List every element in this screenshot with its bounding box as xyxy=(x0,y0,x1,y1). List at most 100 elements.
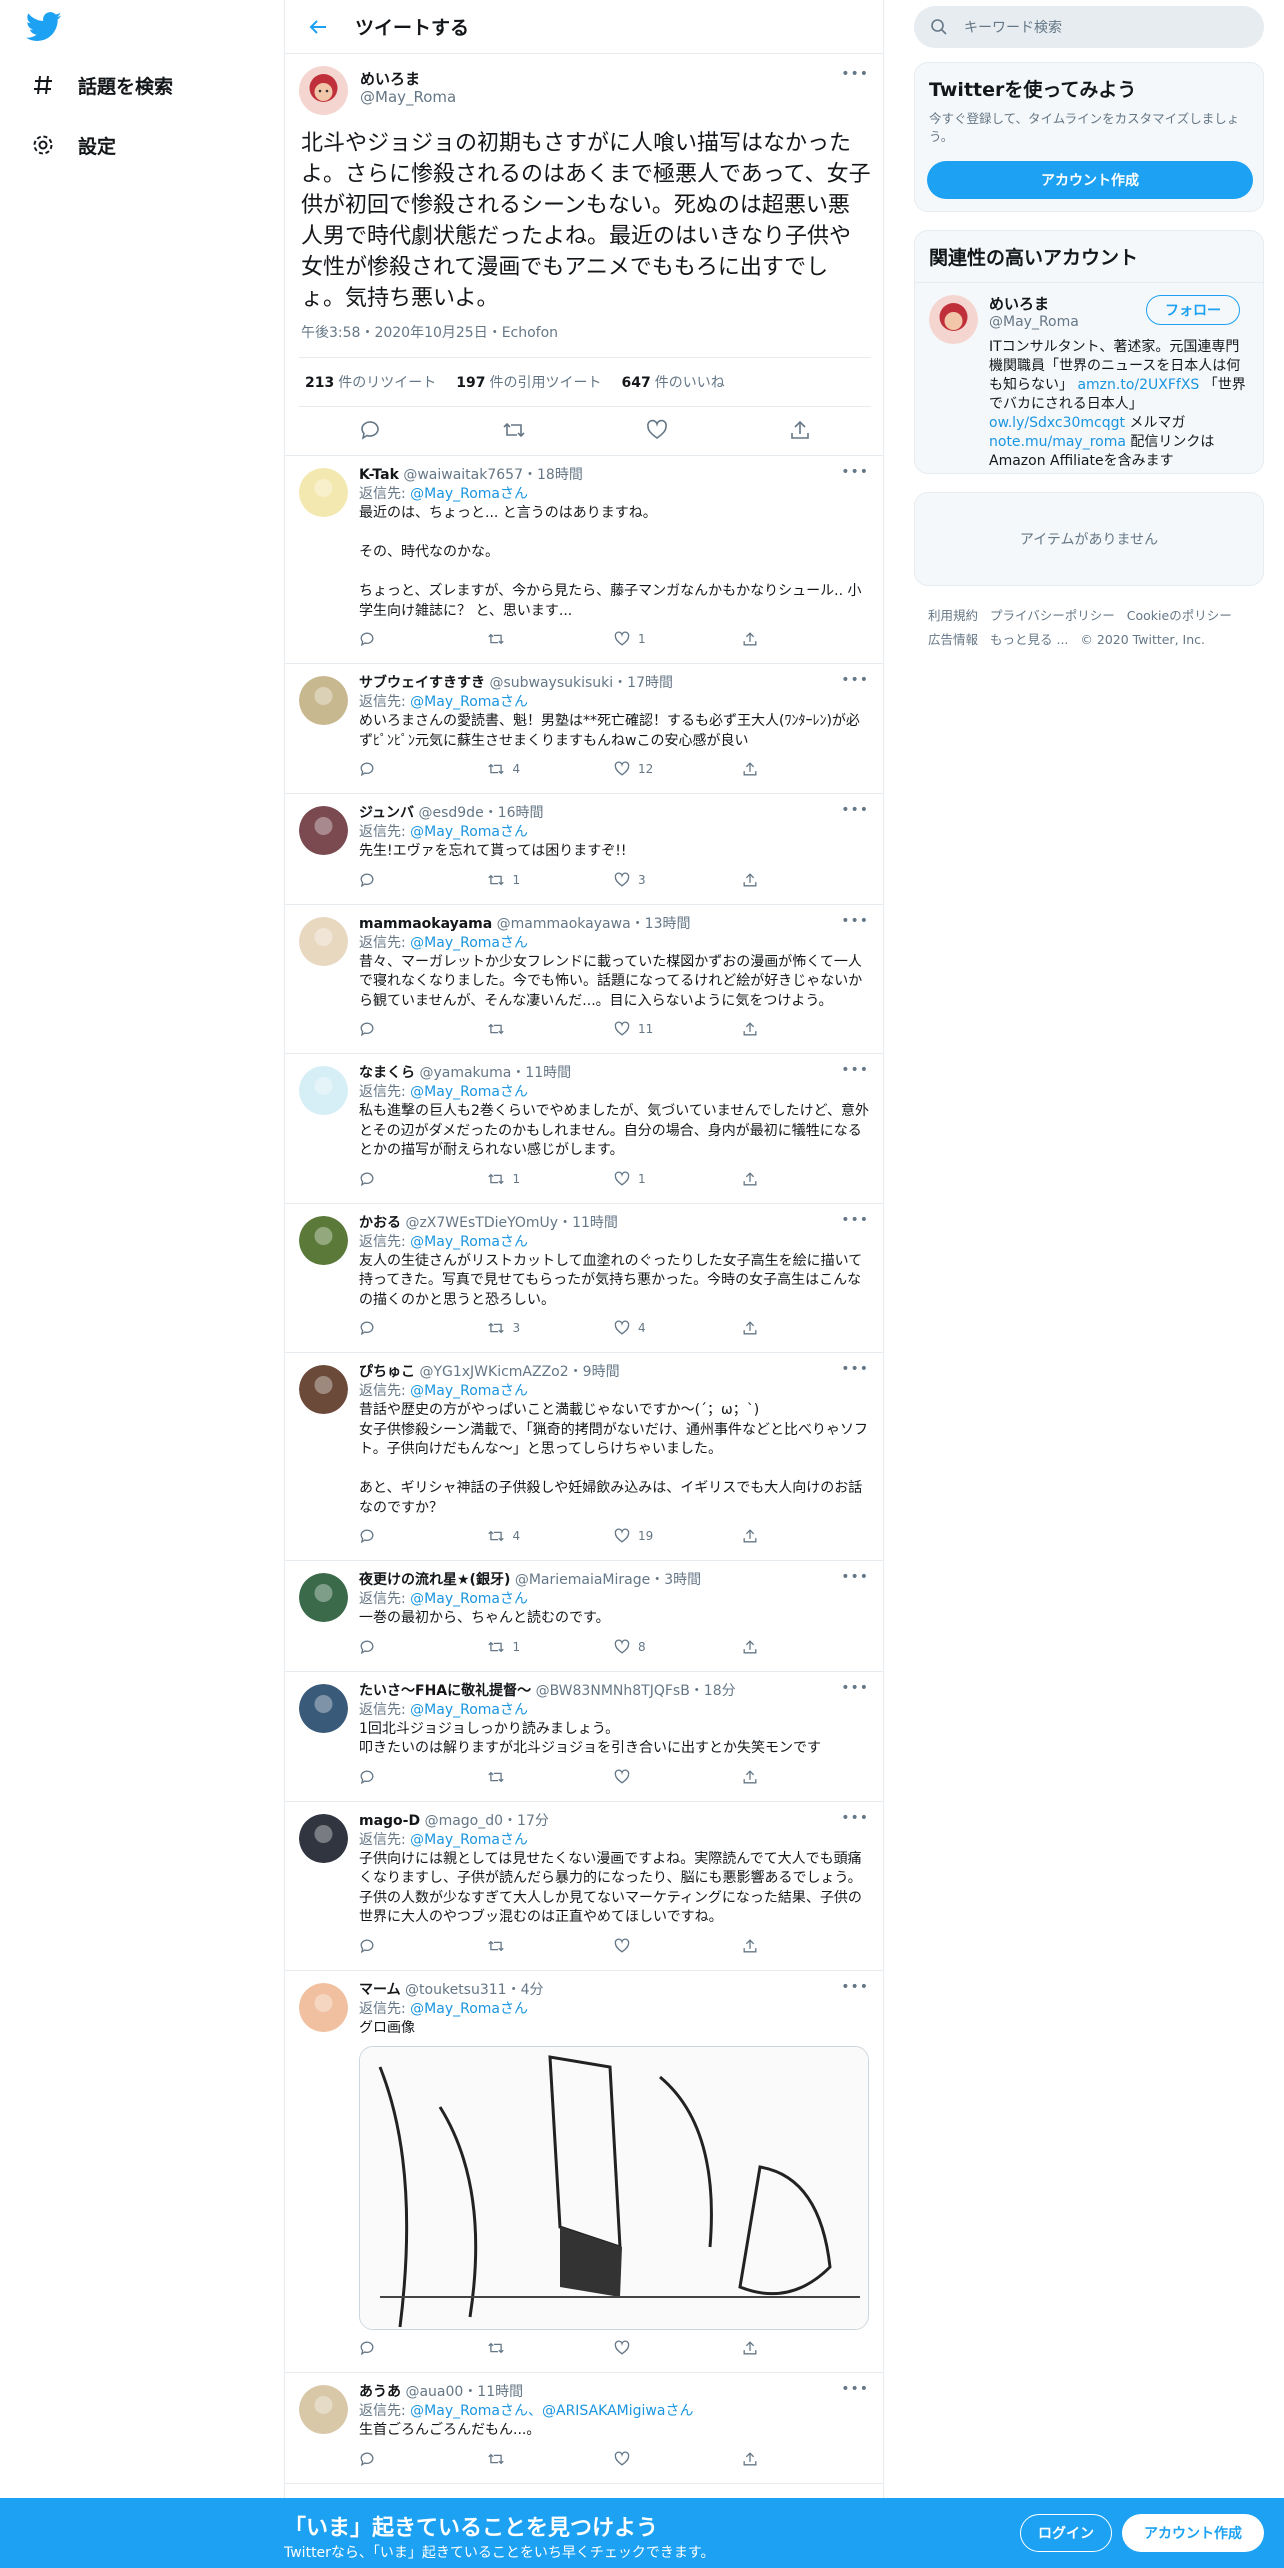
tweet-meta[interactable]: 午後3:58・2020年10月25日・Echofon xyxy=(301,322,558,342)
tweet-time[interactable]: ・11時間 xyxy=(511,1065,571,1081)
login-button[interactable]: ログイン xyxy=(1020,2514,1112,2552)
like-icon[interactable]: 12 xyxy=(614,761,742,777)
footer-link[interactable]: もっと見る ... xyxy=(990,632,1068,647)
more-icon[interactable]: ••• xyxy=(841,1569,869,1585)
tweet-time[interactable]: ・17分 xyxy=(503,1813,549,1829)
nav-settings[interactable]: 設定 xyxy=(28,130,116,160)
author-name[interactable]: マーム xyxy=(359,1982,401,1998)
reply-tweet[interactable]: ••• マーム @touketsu311・4分 返信先: @May_Romaさん グロ… xyxy=(285,1971,883,2373)
avatar[interactable] xyxy=(299,66,348,115)
author-name[interactable]: あうあ xyxy=(359,2384,401,2400)
author-name[interactable]: mago-D xyxy=(359,1813,420,1829)
bio-link[interactable]: ow.ly/Sdxc30mcqgt xyxy=(989,415,1125,431)
like-icon[interactable] xyxy=(646,419,668,445)
share-icon[interactable] xyxy=(742,1769,870,1785)
reply-icon[interactable] xyxy=(359,1021,487,1037)
reply-icon[interactable] xyxy=(359,1938,487,1954)
avatar[interactable] xyxy=(299,1683,348,1733)
avatar[interactable] xyxy=(299,1365,348,1414)
footer-link[interactable]: 利用規約 xyxy=(928,608,978,623)
back-arrow-icon[interactable] xyxy=(303,12,333,42)
bio-link[interactable]: amzn.to/2UXFfXS xyxy=(1077,377,1199,393)
author-handle[interactable]: @YG1xJWKicmAZZo2 xyxy=(419,1364,568,1380)
avatar[interactable] xyxy=(299,1215,348,1265)
reply-tweet[interactable]: ••• なまくら @yamakuma・11時間 返信先: @May_Romaさん 私も… xyxy=(285,1054,883,1204)
author-name[interactable]: かおる xyxy=(359,1215,401,1231)
retweet-icon[interactable] xyxy=(502,419,526,445)
author-name[interactable]: mammaokayama xyxy=(359,916,492,932)
reply-tweet[interactable]: ••• ジュンバ @esd9de・16時間 返信先: @May_Romaさん 先生!エ… xyxy=(285,794,883,905)
reply-tweet[interactable]: ••• mago-D @mago_d0・17分 返信先: @May_Romaさん 子供… xyxy=(285,1802,883,1971)
author-name[interactable]: たいさ～FHAに敬礼提督～ xyxy=(359,1683,531,1699)
reply-to-user[interactable]: @May_Romaさん xyxy=(410,694,528,710)
avatar[interactable] xyxy=(299,2385,348,2434)
author-name[interactable]: ジュンバ xyxy=(359,805,414,821)
more-icon[interactable]: ••• xyxy=(841,1212,869,1228)
share-icon[interactable] xyxy=(742,2451,870,2467)
author-handle[interactable]: @MariemaiaMirage xyxy=(515,1572,650,1588)
footer-link[interactable]: Cookieのポリシー xyxy=(1127,608,1232,623)
author-handle[interactable]: @yamakuma xyxy=(419,1065,511,1081)
tweet-time[interactable]: ・13時間 xyxy=(631,916,691,932)
reply-to-user[interactable]: @May_Romaさん xyxy=(410,486,528,502)
more-icon[interactable]: ••• xyxy=(841,1979,869,1995)
share-icon[interactable] xyxy=(742,1639,870,1655)
author-handle[interactable]: @waiwaitak7657 xyxy=(403,467,523,483)
like-icon[interactable]: 3 xyxy=(614,872,742,888)
retweet-icon[interactable]: 3 xyxy=(487,1320,615,1336)
more-icon[interactable]: ••• xyxy=(841,802,869,818)
share-icon[interactable] xyxy=(742,872,870,888)
like-icon[interactable]: 19 xyxy=(614,1528,742,1544)
reply-to-user[interactable]: @May_Romaさん、@ARISAKAMigiwaさん xyxy=(410,2403,693,2419)
tweet-time[interactable]: ・16時間 xyxy=(484,805,544,821)
reply-icon[interactable] xyxy=(359,1320,487,1336)
tweet-time[interactable]: ・17時間 xyxy=(613,675,673,691)
like-count-link[interactable]: 647 件のいいね xyxy=(621,372,724,392)
reply-to-user[interactable]: @May_Romaさん xyxy=(410,1084,528,1100)
like-icon[interactable] xyxy=(614,1769,742,1785)
author-handle[interactable]: @zX7WEsTDieYOmUy xyxy=(405,1215,558,1231)
retweet-icon[interactable]: 1 xyxy=(487,1639,615,1655)
bottom-signup-button[interactable]: アカウント作成 xyxy=(1122,2514,1264,2552)
author-handle[interactable]: @touketsu311 xyxy=(405,1982,507,1998)
reply-icon[interactable] xyxy=(359,1171,487,1187)
reply-to-user[interactable]: @May_Romaさん xyxy=(410,1702,528,1718)
author-handle[interactable]: @esd9de xyxy=(418,805,483,821)
retweet-icon[interactable] xyxy=(487,2340,615,2356)
reply-tweet[interactable]: ••• たいさ～FHAに敬礼提督～ @BW83NMNh8TJQFsB・18分 返信先… xyxy=(285,1672,883,1802)
share-icon[interactable] xyxy=(742,1021,870,1037)
reply-to-user[interactable]: @May_Romaさん xyxy=(410,1832,528,1848)
like-icon[interactable]: 1 xyxy=(614,631,742,647)
more-icon[interactable]: ••• xyxy=(841,464,869,480)
avatar[interactable] xyxy=(299,916,348,966)
reply-icon[interactable] xyxy=(359,2451,487,2467)
tweet-time[interactable]: ・3時間 xyxy=(650,1572,701,1588)
retweet-count-link[interactable]: 213 件のリツイート xyxy=(305,372,436,392)
twitter-logo-icon[interactable] xyxy=(26,12,66,42)
quote-count-link[interactable]: 197 件の引用ツイート xyxy=(456,372,601,392)
reply-tweet[interactable]: ••• K-Tak @waiwaitak7657・18時間 返信先: @May_Ro… xyxy=(285,456,883,664)
retweet-icon[interactable] xyxy=(487,2451,615,2467)
retweet-icon[interactable] xyxy=(487,1769,615,1785)
author-name[interactable]: ぴちゅこ xyxy=(359,1364,415,1380)
like-icon[interactable]: 4 xyxy=(614,1320,742,1336)
more-icon[interactable]: ••• xyxy=(841,672,869,688)
search-input[interactable]: キーワード検索 xyxy=(914,6,1264,48)
share-icon[interactable] xyxy=(742,2340,870,2356)
reply-to-user[interactable]: @May_Romaさん xyxy=(410,2001,528,2017)
reply-icon[interactable] xyxy=(359,2340,487,2356)
like-icon[interactable]: 11 xyxy=(614,1021,742,1037)
more-icon[interactable]: ••• xyxy=(841,913,869,929)
avatar[interactable] xyxy=(299,806,348,855)
more-icon[interactable]: ••• xyxy=(841,1810,869,1826)
tweet-time[interactable]: ・18分 xyxy=(690,1683,736,1699)
share-icon[interactable] xyxy=(742,631,870,647)
like-icon[interactable] xyxy=(614,1938,742,1954)
reply-icon[interactable] xyxy=(359,761,487,777)
tweet-time[interactable]: ・11時間 xyxy=(558,1215,618,1231)
author-handle[interactable]: @aua00 xyxy=(405,2384,463,2400)
share-icon[interactable] xyxy=(742,1938,870,1954)
share-icon[interactable] xyxy=(742,1171,870,1187)
follow-button[interactable]: フォロー xyxy=(1146,295,1240,325)
reply-icon[interactable] xyxy=(359,1769,487,1785)
